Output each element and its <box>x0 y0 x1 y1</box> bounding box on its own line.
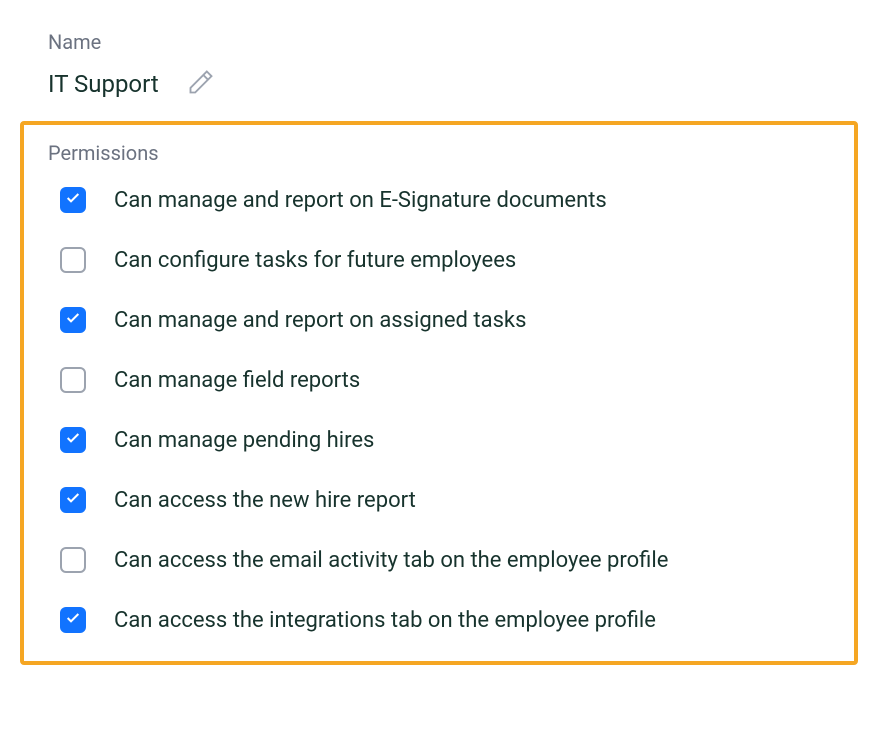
permission-checkbox[interactable] <box>60 547 86 573</box>
permission-checkbox[interactable] <box>60 607 86 633</box>
permission-label[interactable]: Can manage field reports <box>114 368 360 393</box>
permission-item: Can manage field reports <box>48 367 830 393</box>
permission-label[interactable]: Can access the integrations tab on the e… <box>114 608 656 633</box>
edit-name-button[interactable] <box>183 64 219 103</box>
permission-checkbox[interactable] <box>60 427 86 453</box>
checkmark-icon <box>65 430 81 450</box>
permission-checkbox[interactable] <box>60 487 86 513</box>
permission-checkbox[interactable] <box>60 307 86 333</box>
permission-item: Can access the integrations tab on the e… <box>48 607 830 633</box>
checkmark-icon <box>65 310 81 330</box>
name-label: Name <box>48 30 858 54</box>
permission-checkbox[interactable] <box>60 367 86 393</box>
permission-label[interactable]: Can manage and report on assigned tasks <box>114 308 526 333</box>
permission-item: Can access the email activity tab on the… <box>48 547 830 573</box>
permissions-label: Permissions <box>48 141 830 165</box>
permission-label[interactable]: Can manage and report on E-Signature doc… <box>114 188 607 213</box>
permission-item: Can configure tasks for future employees <box>48 247 830 273</box>
checkmark-icon <box>65 610 81 630</box>
permissions-list: Can manage and report on E-Signature doc… <box>48 187 830 633</box>
permission-item: Can manage and report on E-Signature doc… <box>48 187 830 213</box>
checkmark-icon <box>65 490 81 510</box>
permissions-box: Permissions Can manage and report on E-S… <box>20 121 858 665</box>
permission-label[interactable]: Can manage pending hires <box>114 428 374 453</box>
permission-label[interactable]: Can access the email activity tab on the… <box>114 548 668 573</box>
permission-checkbox[interactable] <box>60 247 86 273</box>
checkmark-icon <box>65 190 81 210</box>
name-section: Name IT Support <box>20 30 858 103</box>
permission-item: Can access the new hire report <box>48 487 830 513</box>
permission-item: Can manage and report on assigned tasks <box>48 307 830 333</box>
permission-label[interactable]: Can access the new hire report <box>114 488 416 513</box>
name-value: IT Support <box>48 70 159 98</box>
permission-checkbox[interactable] <box>60 187 86 213</box>
pencil-icon <box>187 68 215 99</box>
permission-label[interactable]: Can configure tasks for future employees <box>114 248 516 273</box>
name-row: IT Support <box>48 64 858 103</box>
permission-item: Can manage pending hires <box>48 427 830 453</box>
